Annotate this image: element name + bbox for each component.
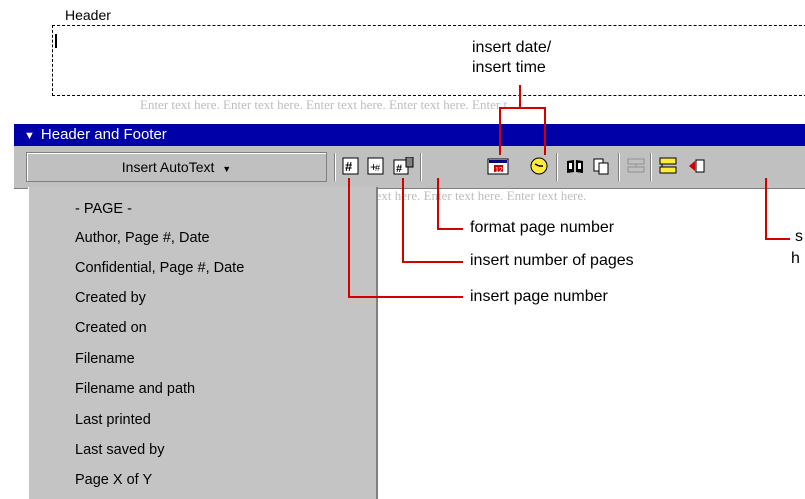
placeholder-text: Enter text here. Enter text here. Enter …	[140, 97, 508, 112]
toolbar-menu-arrow-icon[interactable]: ▼	[24, 125, 35, 147]
callout-line	[402, 178, 404, 263]
header-area[interactable]	[52, 25, 805, 96]
show-previous-icon[interactable]	[686, 155, 706, 177]
callout-line	[765, 178, 767, 240]
toolbar-separator	[650, 153, 652, 181]
callout-line	[499, 107, 501, 155]
menu-item[interactable]: Filename and path	[75, 381, 195, 397]
menu-item[interactable]: Created by	[75, 290, 146, 306]
menu-item[interactable]: Last printed	[75, 412, 151, 428]
menu-item[interactable]: Author, Page #, Date	[75, 230, 210, 246]
callout-line	[519, 85, 521, 107]
svg-text:12: 12	[495, 167, 503, 174]
callout-line	[437, 228, 463, 230]
callout-insert-page-number: insert page number	[470, 288, 608, 305]
callout-line	[348, 296, 463, 298]
insert-autotext-label: Insert AutoText	[121, 159, 215, 175]
svg-text:#: #	[345, 159, 353, 174]
callout-line	[765, 238, 790, 240]
callout-line-1: insert date/	[472, 39, 552, 56]
callout-insert-date-time: insert date/ insert time	[472, 38, 551, 78]
toolbar-title: Header and Footer	[40, 126, 167, 143]
text-cursor	[55, 34, 57, 48]
placeholder-text: text here. Enter text here. Enter text h…	[372, 188, 587, 203]
callout-format-page-number: format page number	[470, 219, 615, 236]
callout-line	[437, 178, 439, 230]
callout-line	[499, 107, 546, 109]
toolbar-separator	[334, 153, 336, 181]
format-page-number-icon[interactable]: #	[393, 155, 415, 177]
show-hide-document-text-icon[interactable]	[590, 155, 612, 177]
insert-date-icon[interactable]: 12	[487, 155, 509, 177]
callout-switch-partial: s	[795, 228, 803, 245]
callout-switch-partial: h	[791, 250, 800, 267]
page-setup-icon[interactable]	[564, 155, 586, 177]
menu-item[interactable]: Created on	[75, 320, 147, 336]
insert-time-icon[interactable]	[528, 155, 550, 177]
dropdown-arrow-icon: ▼	[222, 164, 232, 174]
same-as-previous-icon[interactable]	[625, 155, 647, 177]
menu-item[interactable]: - PAGE -	[75, 201, 132, 217]
header-label: Header	[62, 7, 114, 23]
toolbar-title-bar[interactable]: ▼ Header and Footer	[14, 124, 805, 146]
toolbar-separator	[556, 153, 558, 181]
toolbar-separator	[420, 153, 422, 181]
callout-line	[544, 107, 546, 155]
svg-text:#: #	[396, 163, 402, 175]
switch-header-footer-icon[interactable]	[658, 155, 680, 177]
insert-page-number-icon[interactable]: #	[340, 155, 362, 177]
menu-item[interactable]: Confidential, Page #, Date	[75, 260, 244, 276]
callout-insert-number-of-pages: insert number of pages	[470, 252, 634, 269]
callout-line-2: insert time	[472, 59, 546, 76]
toolbar-separator	[618, 153, 620, 181]
svg-text:#: #	[375, 163, 380, 173]
callout-line	[402, 261, 463, 263]
callout-line	[348, 178, 350, 298]
menu-item[interactable]: Filename	[75, 351, 135, 367]
insert-number-of-pages-icon[interactable]: + #	[365, 155, 387, 177]
insert-autotext-button[interactable]: Insert AutoText ▼	[26, 152, 327, 182]
menu-item[interactable]: Page X of Y	[75, 472, 152, 488]
menu-item[interactable]: Last saved by	[75, 442, 164, 458]
